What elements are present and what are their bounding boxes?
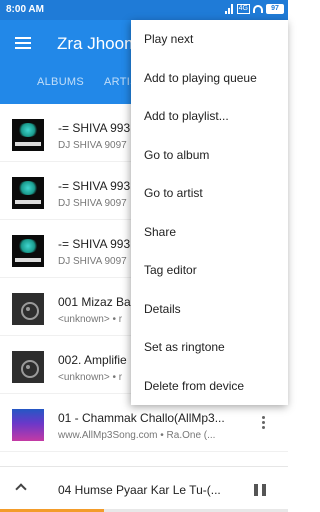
menu-item-delete[interactable]: Delete from device [131, 367, 288, 406]
mini-player[interactable]: 04 Humse Pyaar Kar Le Tu-(... [0, 466, 288, 512]
menu-item-set-ringtone[interactable]: Set as ringtone [131, 328, 288, 367]
status-bar: 8:00 AM 4G 97 [0, 0, 288, 20]
battery-icon: 97 [266, 4, 284, 14]
song-context-menu: Play next Add to playing queue Add to pl… [131, 20, 288, 405]
tab-bar: ALBUMS ARTIS [0, 74, 138, 98]
menu-item-tag-editor[interactable]: Tag editor [131, 251, 288, 290]
song-title: 001 Mizaz Ba [58, 295, 131, 309]
album-art [12, 409, 44, 441]
menu-item-share[interactable]: Share [131, 213, 288, 252]
album-art [12, 119, 44, 151]
pause-icon[interactable] [254, 484, 266, 496]
chevron-up-icon[interactable] [15, 483, 27, 495]
song-title: -= SHIVA 993 [58, 237, 131, 251]
song-title: 002. Amplifie [58, 353, 127, 367]
signal-icon [224, 4, 234, 14]
menu-item-add-to-queue[interactable]: Add to playing queue [131, 59, 288, 98]
hamburger-icon[interactable] [15, 37, 31, 49]
system-icons: 4G 97 [224, 4, 284, 14]
menu-item-details[interactable]: Details [131, 290, 288, 329]
song-title: -= SHIVA 993 [58, 179, 131, 193]
more-vert-icon[interactable] [262, 416, 266, 430]
song-title: -= SHIVA 993 [58, 121, 131, 135]
album-art [12, 177, 44, 209]
song-artist: DJ SHIVA 9097 [58, 256, 127, 267]
lte-icon: 4G [236, 4, 250, 14]
song-artist: <unknown> • r [58, 372, 123, 383]
menu-item-go-to-album[interactable]: Go to album [131, 136, 288, 175]
menu-item-play-next[interactable]: Play next [131, 20, 288, 59]
album-art [12, 235, 44, 267]
song-title: 01 - Chammak Challo(AllMp3... [58, 411, 225, 425]
music-disc-icon [12, 293, 44, 325]
page-title: Zra Jhoom [57, 34, 139, 53]
song-artist: DJ SHIVA 9097 [58, 140, 127, 151]
status-time: 8:00 AM [6, 4, 44, 15]
song-artist: www.AllMp3Song.com • Ra.One (... [58, 430, 216, 441]
wifi-icon [253, 5, 263, 13]
music-disc-icon [12, 351, 44, 383]
song-artist: <unknown> • r [58, 314, 123, 325]
tab-albums[interactable]: ALBUMS [37, 74, 84, 98]
menu-item-add-to-playlist[interactable]: Add to playlist... [131, 97, 288, 136]
now-playing-title: 04 Humse Pyaar Kar Le Tu-(... [58, 483, 221, 497]
menu-item-go-to-artist[interactable]: Go to artist [131, 174, 288, 213]
song-artist: DJ SHIVA 9097 [58, 198, 127, 209]
